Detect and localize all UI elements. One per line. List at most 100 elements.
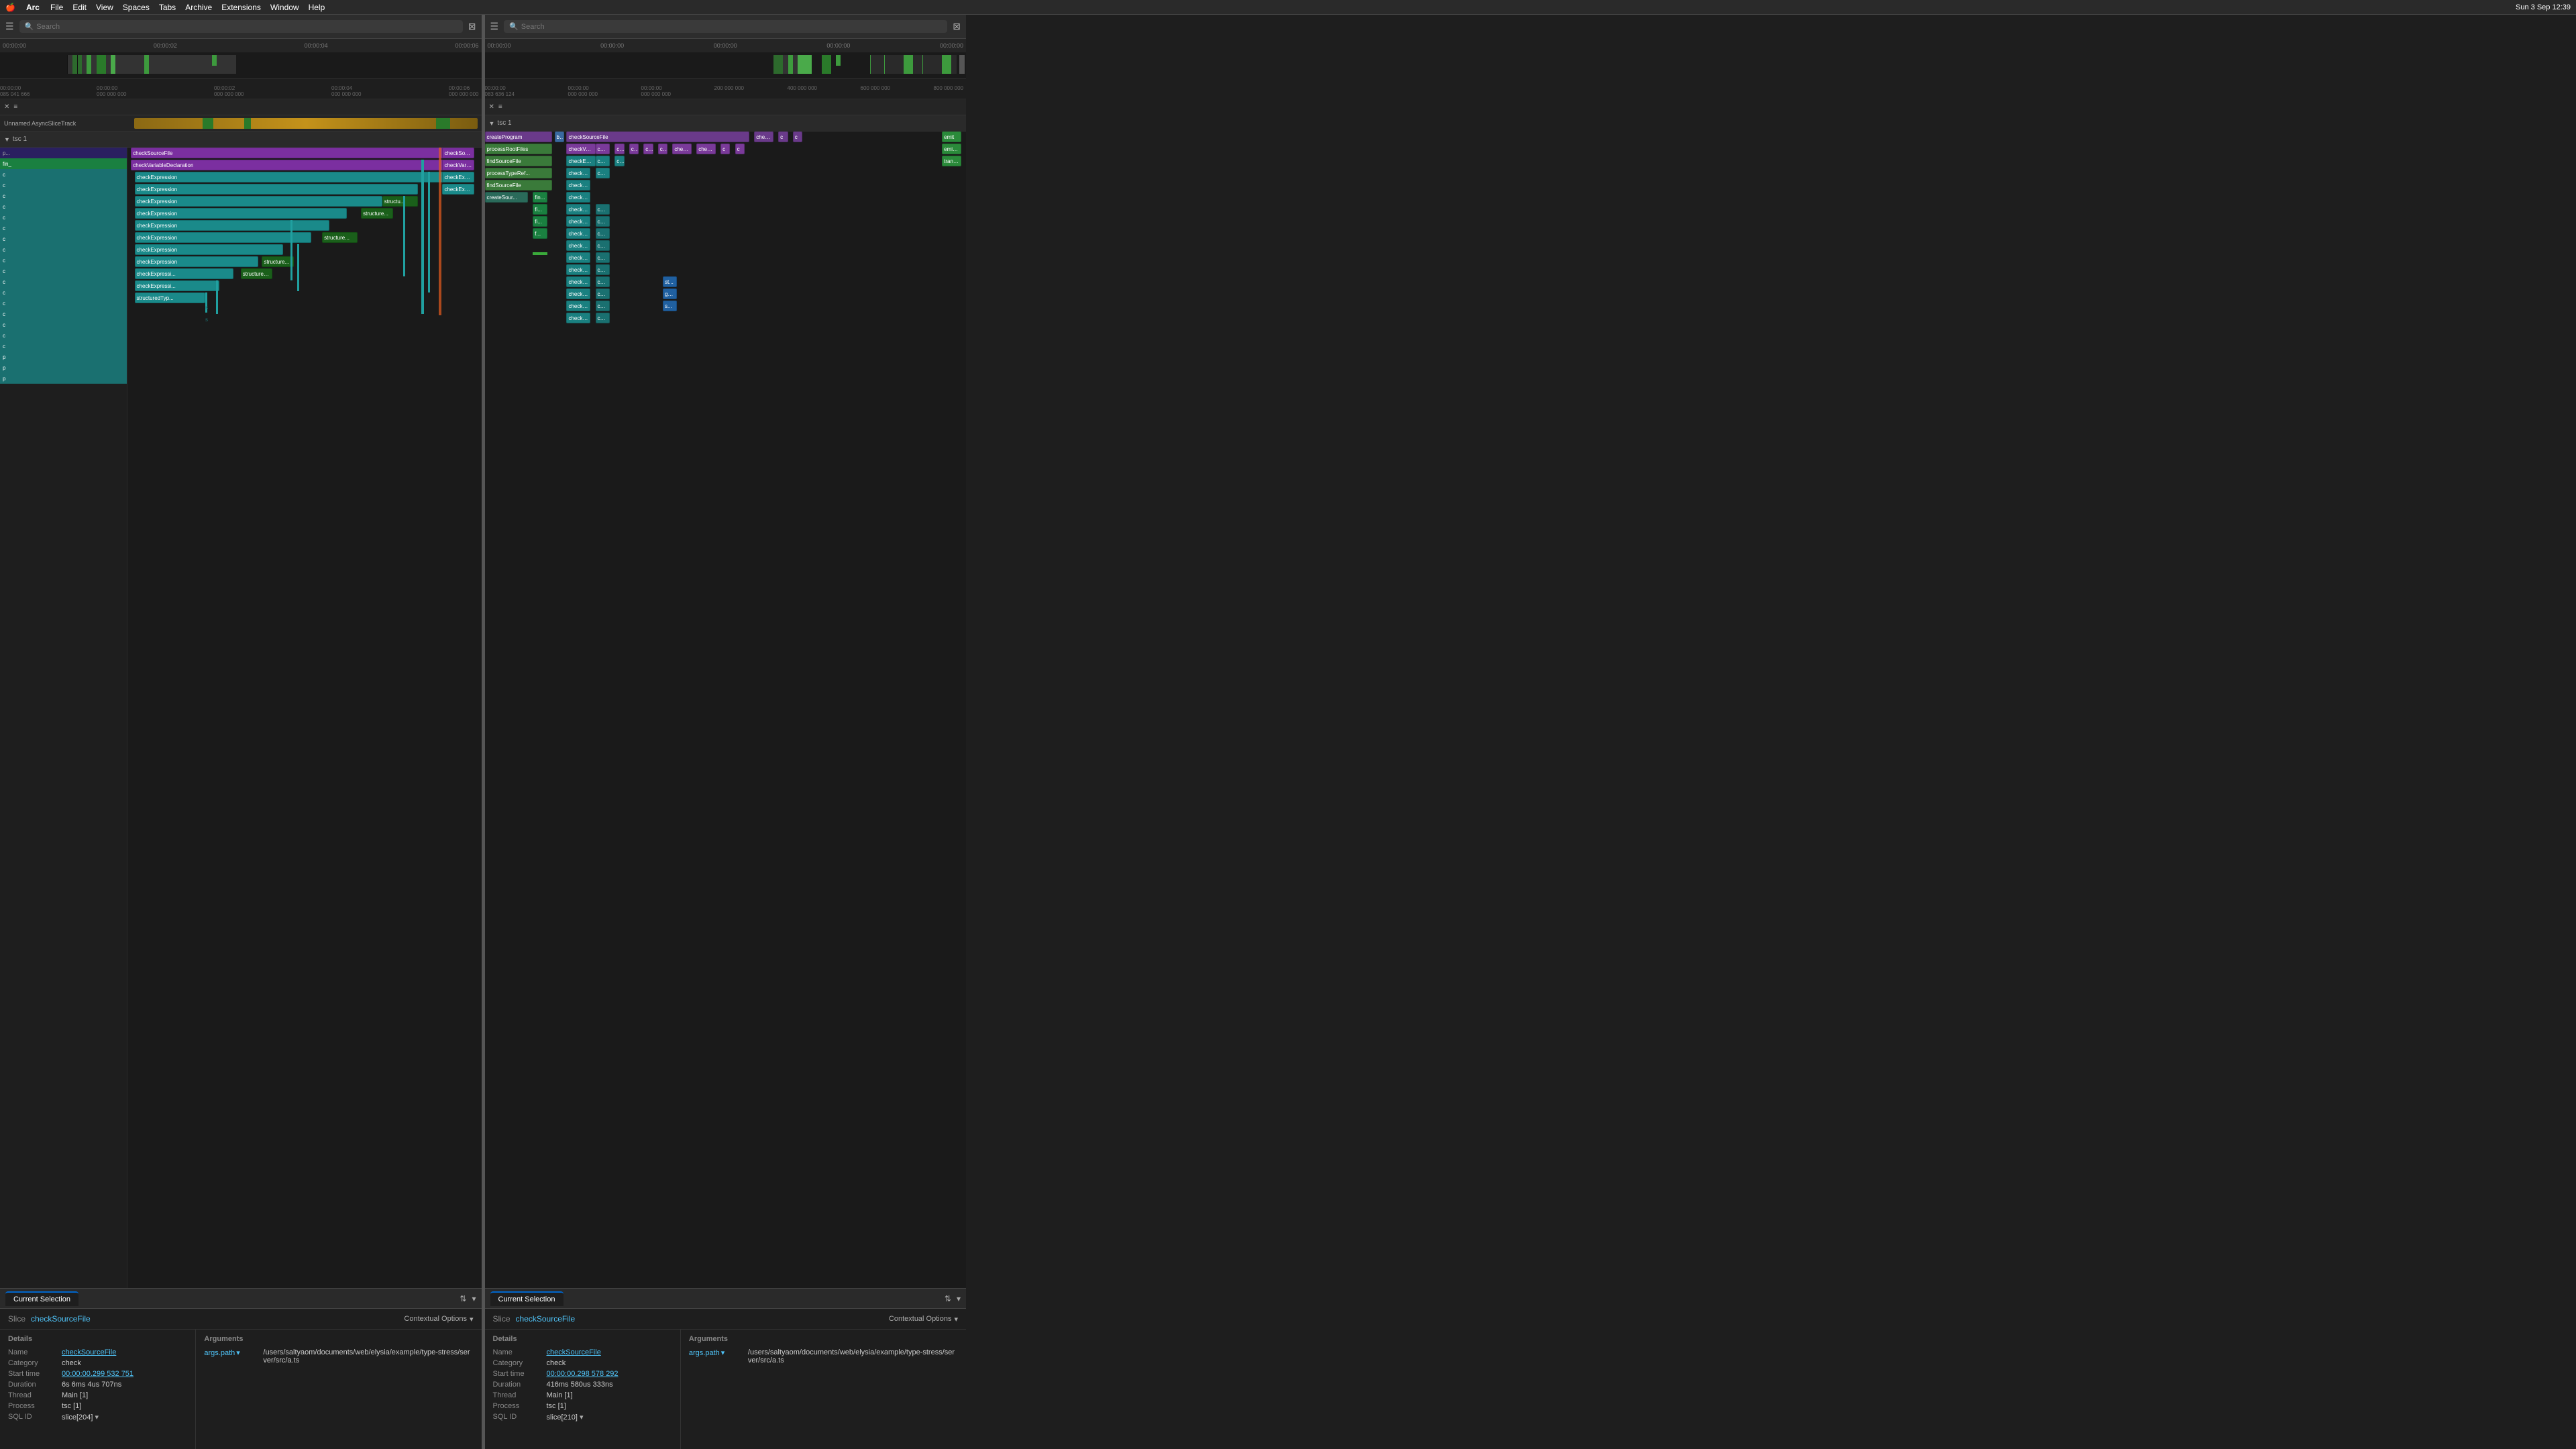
rf-checkExpres1[interactable]: checkExpres... — [566, 156, 595, 166]
rf-checkExpres6[interactable]: checkExpres... — [566, 216, 590, 227]
rf-che12[interactable]: che... — [596, 301, 610, 311]
right-contextual-options[interactable]: Contextual Options ▾ — [889, 1315, 958, 1324]
right-sql-dropdown[interactable]: ▾ — [580, 1413, 584, 1421]
rf-createProgram[interactable]: createProgram — [485, 131, 552, 142]
menu-window[interactable]: Window — [270, 3, 299, 12]
right-flame-area[interactable]: createProgram bi... checkSourceFile chec… — [485, 131, 967, 1288]
rf-ch1[interactable]: ch... — [629, 144, 639, 154]
right-search-input[interactable] — [521, 23, 943, 31]
flame-checkExpr-1[interactable]: checkExpression — [135, 172, 453, 182]
rf-checkExpres2[interactable]: checkExpres... — [566, 168, 590, 178]
menu-file[interactable]: File — [50, 3, 63, 12]
rf-check-c[interactable]: check... — [754, 131, 773, 142]
left-async-track[interactable]: Unnamed AsyncSliceTrack — [0, 115, 482, 131]
right-minimap[interactable] — [485, 52, 967, 79]
left-panel-close[interactable]: ⊠ — [468, 21, 476, 32]
rf-st1[interactable]: st... — [663, 276, 678, 287]
apple-menu[interactable]: 🍎 — [5, 3, 15, 12]
rf-ch2[interactable]: ch... — [643, 144, 653, 154]
left-chevron-down-icon[interactable]: ▾ — [472, 1294, 476, 1303]
right-hamburger-icon[interactable]: ☰ — [490, 21, 499, 32]
rf-che3[interactable]: che... — [596, 168, 610, 178]
flame-checkExpr-6[interactable]: checkExpression — [135, 232, 312, 243]
rf-ge1[interactable]: ge... — [663, 288, 678, 299]
left-search-input[interactable] — [36, 23, 458, 31]
flame-checkExpr-7[interactable]: checkExpression — [135, 244, 284, 255]
rf-che2[interactable]: che... — [614, 156, 624, 166]
left-sql-link[interactable]: slice[204] — [62, 1413, 93, 1421]
flame-checkSourceFile-2[interactable]: checkSourceF... — [442, 148, 474, 158]
menu-extensions[interactable]: Extensions — [221, 3, 261, 12]
left-flame-content[interactable]: checkSourceFile checkSourceF... checkVar… — [127, 148, 482, 1288]
rf-checkExpr11[interactable]: checkExpr... — [566, 276, 590, 287]
rf-checkExpres4[interactable]: checkExpres... — [566, 192, 590, 203]
left-args-key[interactable]: args.path ▾ — [204, 1348, 258, 1357]
rf-che8[interactable]: che... — [596, 252, 610, 263]
rf-checkExpres3[interactable]: checkExpres... — [566, 180, 590, 191]
right-list-icon[interactable]: ≡ — [498, 103, 502, 111]
left-hamburger-icon[interactable]: ☰ — [5, 21, 14, 32]
rf-che4[interactable]: che... — [596, 204, 610, 215]
menu-view[interactable]: View — [96, 3, 113, 12]
rf-che1[interactable]: che... — [614, 144, 624, 154]
menu-tabs[interactable]: Tabs — [159, 3, 176, 12]
rf-checkExpr10[interactable]: checkExpr... — [566, 264, 590, 275]
left-contextual-options[interactable]: Contextual Options ▾ — [404, 1315, 473, 1324]
rf-chec3[interactable]: chec... — [596, 156, 610, 166]
menu-help[interactable]: Help — [309, 3, 325, 12]
flame-struct-5[interactable]: structured... — [241, 268, 272, 279]
flame-checkExpr-5[interactable]: checkExpression — [135, 220, 329, 231]
rf-bi[interactable]: bi... — [555, 131, 564, 142]
flame-checkVarDecl[interactable]: checkVariableDeclaration — [131, 160, 464, 170]
left-search-box[interactable]: 🔍 — [19, 20, 463, 33]
rf-ch3[interactable]: ch... — [658, 144, 667, 154]
rf-fin3[interactable]: fi... — [533, 216, 547, 227]
flame-checkExpr-4[interactable]: checkExpression — [135, 208, 347, 219]
right-search-box[interactable]: 🔍 — [504, 20, 947, 33]
rf-che6[interactable]: che... — [596, 228, 610, 239]
rf-chec2[interactable]: chec... — [672, 144, 692, 154]
right-filter-icon[interactable]: ⇅ — [945, 1294, 951, 1303]
right-current-selection-tab[interactable]: Current Selection — [490, 1291, 564, 1306]
rf-emit[interactable]: emit — [942, 131, 961, 142]
rf-chec1[interactable]: chec... — [596, 144, 610, 154]
rf-checkExpre8[interactable]: checkExpre... — [566, 240, 590, 251]
left-slice-name[interactable]: checkSourceFile — [31, 1314, 91, 1324]
right-flame-content[interactable]: createProgram bi... checkSourceFile chec… — [485, 131, 967, 1288]
rf-check2[interactable]: check... — [696, 144, 716, 154]
rf-checkExpres5[interactable]: checkExpres... — [566, 204, 590, 215]
rf-findSourceFile2[interactable]: findSourceFile — [485, 180, 552, 191]
left-close-icon[interactable]: ✕ — [4, 103, 9, 111]
flame-checkSourceFile-1[interactable]: checkSourceFile — [131, 148, 470, 158]
rf-checkExpr12[interactable]: checkExpr... — [566, 288, 590, 299]
rf-c4[interactable]: c — [735, 144, 745, 154]
right-chevron-down-icon[interactable]: ▾ — [957, 1294, 961, 1303]
rf-checkExpr13[interactable]: checkExpr... — [566, 301, 590, 311]
menu-archive[interactable]: Archive — [185, 3, 212, 12]
rf-findSourceFile[interactable]: findSourceFile — [485, 156, 552, 166]
rf-c1[interactable]: c — [778, 131, 788, 142]
app-name[interactable]: Arc — [26, 3, 40, 12]
rf-che10[interactable]: che... — [596, 276, 610, 287]
flame-checkExpri-2[interactable]: checkExpressi... — [135, 280, 220, 291]
left-flame-area[interactable]: p... fin_ c c c c c c c c c c c c — [0, 148, 482, 1288]
rf-che7[interactable]: che... — [596, 240, 610, 251]
rf-processTypeRef[interactable]: processTypeRef... — [485, 168, 552, 178]
menu-edit[interactable]: Edit — [72, 3, 87, 12]
left-minimap[interactable] — [0, 52, 482, 79]
left-list-icon[interactable]: ≡ — [13, 103, 17, 111]
right-panel-close[interactable]: ⊠ — [953, 21, 961, 32]
left-filter-icon[interactable]: ⇅ — [460, 1294, 466, 1303]
rf-fin1[interactable]: fin... — [533, 192, 547, 203]
rf-checkSourceFile-main[interactable]: checkSourceFile — [566, 131, 749, 142]
right-args-key[interactable]: args.path ▾ — [689, 1348, 743, 1357]
flame-checkExpr-2[interactable]: checkExpression — [135, 184, 418, 195]
rf-che11[interactable]: che... — [596, 288, 610, 299]
flame-checkVaria[interactable]: checkVaria... — [442, 160, 474, 170]
menu-spaces[interactable]: Spaces — [123, 3, 150, 12]
rf-checkExpres7[interactable]: checkExpres... — [566, 228, 590, 239]
left-tsc-header[interactable]: ▼ tsc 1 — [0, 131, 482, 148]
flame-checkExpre-1[interactable]: checkExpre... — [442, 172, 474, 182]
rf-c3[interactable]: c — [720, 144, 730, 154]
flame-struct-1[interactable]: structu... — [382, 196, 418, 207]
